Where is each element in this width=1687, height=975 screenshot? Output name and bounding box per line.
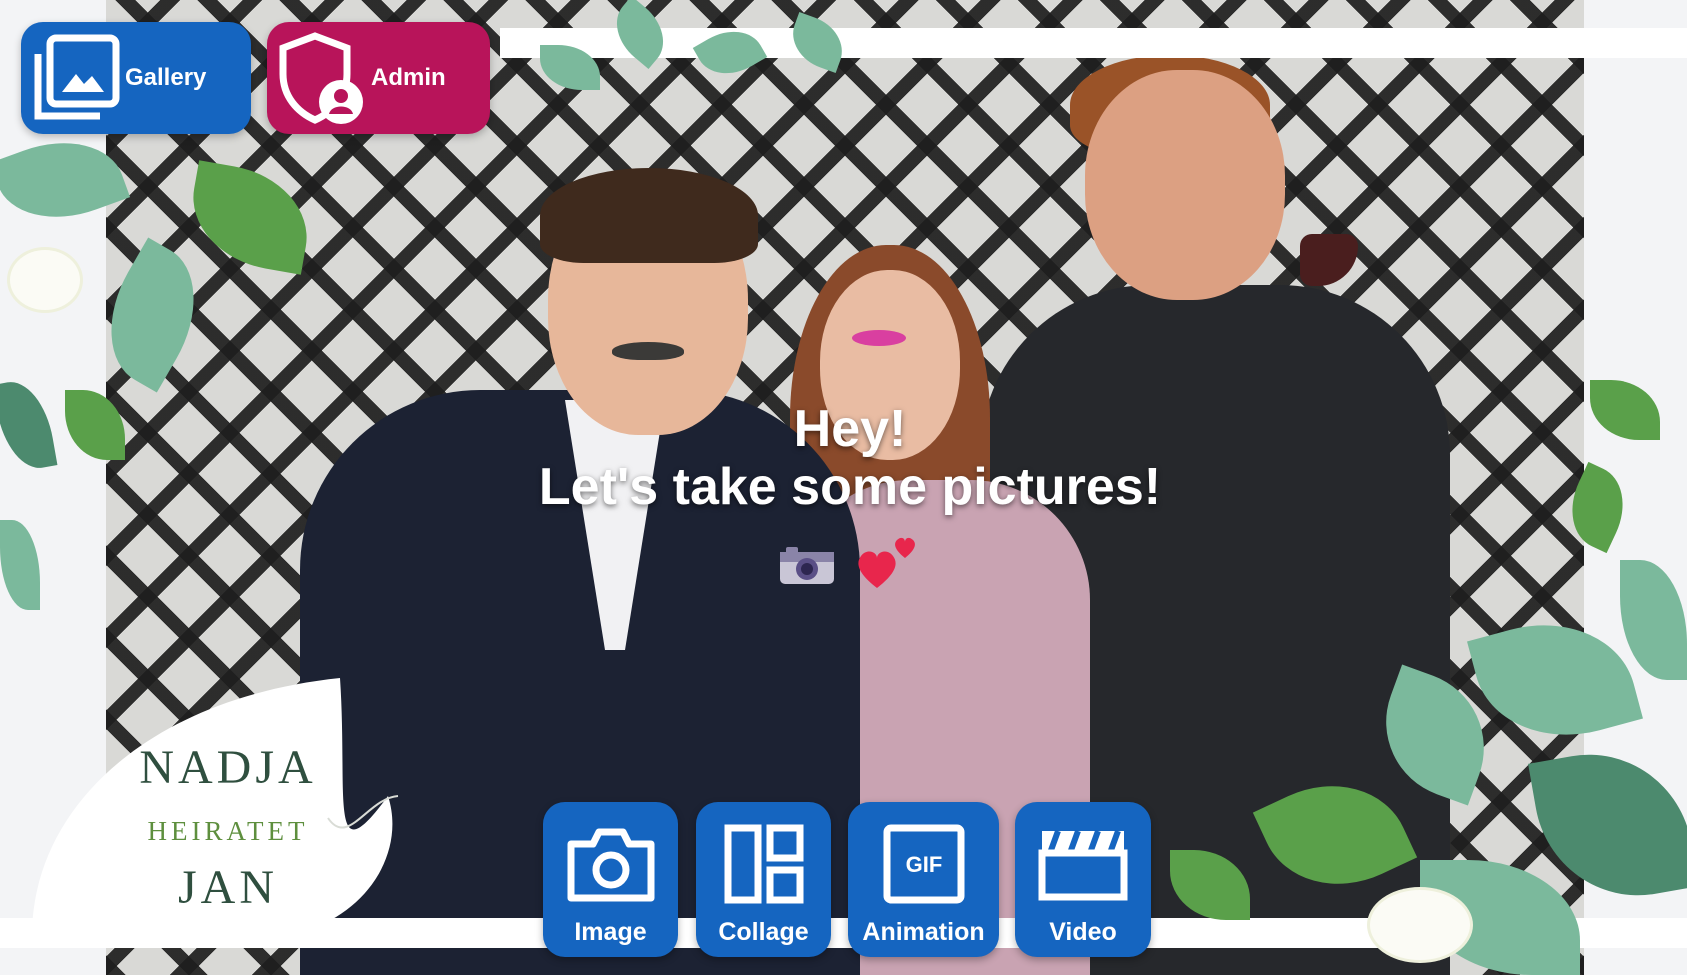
- blossom: [10, 250, 80, 310]
- headline-line1: Hey!: [793, 400, 907, 458]
- leaf: [1590, 380, 1660, 440]
- monogram-name-2: JAN: [177, 861, 278, 914]
- gallery-icon: [21, 32, 131, 124]
- pink-mustache-prop: [852, 330, 906, 346]
- gallery-label: Gallery: [125, 64, 207, 91]
- image-mode-button[interactable]: Image: [543, 802, 678, 957]
- person-right-face: [1085, 70, 1285, 300]
- monogram-name-1: NADJA: [139, 741, 317, 794]
- animation-mode-button[interactable]: GIF Animation: [848, 802, 999, 957]
- video-mode-label: Video: [1049, 918, 1117, 946]
- wedding-monogram: NADJA HEIRATET JAN: [28, 678, 408, 938]
- mustache-prop: [612, 342, 684, 360]
- headline-line2: Let's take some pictures!: [538, 458, 1162, 516]
- person-left-hair: [540, 168, 758, 263]
- admin-button[interactable]: Admin: [267, 22, 490, 134]
- gif-icon-text: GIF: [905, 852, 942, 877]
- leaf: [1620, 560, 1687, 680]
- camera-icon: [565, 820, 657, 908]
- image-mode-label: Image: [574, 918, 647, 946]
- gallery-button[interactable]: Gallery: [21, 22, 251, 134]
- clapperboard-icon: [1038, 820, 1128, 908]
- leaf: [0, 376, 58, 474]
- collage-mode-label: Collage: [718, 918, 809, 946]
- admin-shield-icon: [267, 30, 377, 126]
- welcome-headline: Hey! Let's take some pictures!: [440, 400, 1260, 516]
- gif-icon: GIF: [883, 820, 965, 908]
- monogram-connector: HEIRATET: [147, 816, 309, 846]
- blossom: [1370, 890, 1470, 960]
- hearts-emoji-icon: [858, 537, 915, 588]
- leaf: [0, 520, 40, 610]
- animation-mode-label: Animation: [862, 918, 985, 946]
- headline-emojis: [770, 530, 930, 590]
- collage-icon: [724, 820, 804, 908]
- admin-label: Admin: [371, 64, 446, 91]
- camera-emoji-icon: [780, 547, 834, 584]
- collage-mode-button[interactable]: Collage: [696, 802, 831, 957]
- video-mode-button[interactable]: Video: [1015, 802, 1151, 957]
